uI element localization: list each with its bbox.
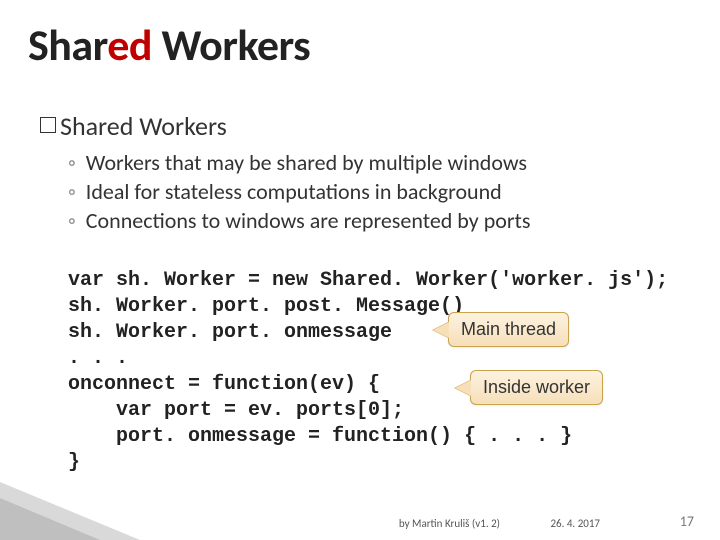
title-part1: Shar [28, 18, 107, 72]
code-line: } [68, 451, 80, 474]
section-heading: Shared Workers [40, 110, 227, 142]
footer-page-number: 17 [680, 513, 694, 530]
section-text: Shared Workers [60, 110, 227, 142]
code-line: . . . [68, 347, 128, 370]
code-line: sh. Worker. port. onmessage [68, 321, 392, 344]
title-part2: Workers [152, 18, 310, 72]
callout-inside-worker: Inside worker [470, 370, 603, 405]
code-line: port. onmessage = function() { . . . } [68, 425, 572, 448]
code-line: onconnect = function(ev) { [68, 373, 380, 396]
callout-main-thread: Main thread [448, 312, 569, 347]
footer-date: 26. 4. 2017 [550, 517, 600, 530]
bullet-item: Workers that may be shared by multiple w… [68, 148, 531, 177]
code-line: var sh. Worker = new Shared. Worker('wor… [68, 269, 668, 292]
code-line: sh. Worker. port. post. Message() [68, 295, 464, 318]
callout-text: Inside worker [483, 377, 590, 397]
callout-text: Main thread [461, 319, 556, 339]
footer-credit: by Martin Kruliš (v1. 2) [399, 517, 500, 530]
bullet-item: Connections to windows are represented b… [68, 206, 531, 235]
slide: Shared Workers Shared Workers Workers th… [0, 0, 720, 540]
corner-decoration-inner [0, 498, 100, 540]
checkbox-icon [40, 117, 56, 133]
code-line: var port = ev. ports[0]; [68, 399, 404, 422]
slide-title: Shared Workers [28, 18, 310, 72]
title-accent: ed [107, 18, 152, 72]
bullet-list: Workers that may be shared by multiple w… [68, 148, 531, 235]
callout-tail-icon [433, 322, 449, 338]
bullet-item: Ideal for stateless computations in back… [68, 177, 531, 206]
callout-tail-icon [455, 380, 471, 396]
